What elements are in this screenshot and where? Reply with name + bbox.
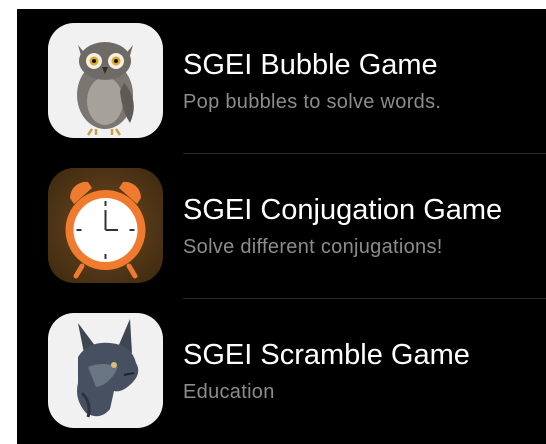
app-subtitle: Education <box>183 381 275 403</box>
app-list: SGEI Bubble Game Pop bubbles to solve wo… <box>17 9 546 444</box>
owl-icon <box>48 23 163 138</box>
app-title: SGEI Bubble Game <box>183 49 438 81</box>
app-row-bubble-game[interactable]: SGEI Bubble Game Pop bubbles to solve wo… <box>17 9 546 154</box>
app-subtitle: Pop bubbles to solve words. <box>183 91 442 113</box>
alarm-clock-icon <box>48 168 163 283</box>
app-title: SGEI Scramble Game <box>183 339 470 371</box>
app-row-conjugation-game[interactable]: SGEI Conjugation Game Solve different co… <box>17 154 546 299</box>
app-row-scramble-game[interactable]: SGEI Scramble Game Education <box>17 299 546 444</box>
lynx-icon <box>48 313 163 428</box>
app-subtitle: Solve different conjugations! <box>183 236 443 258</box>
app-title: SGEI Conjugation Game <box>183 194 503 226</box>
